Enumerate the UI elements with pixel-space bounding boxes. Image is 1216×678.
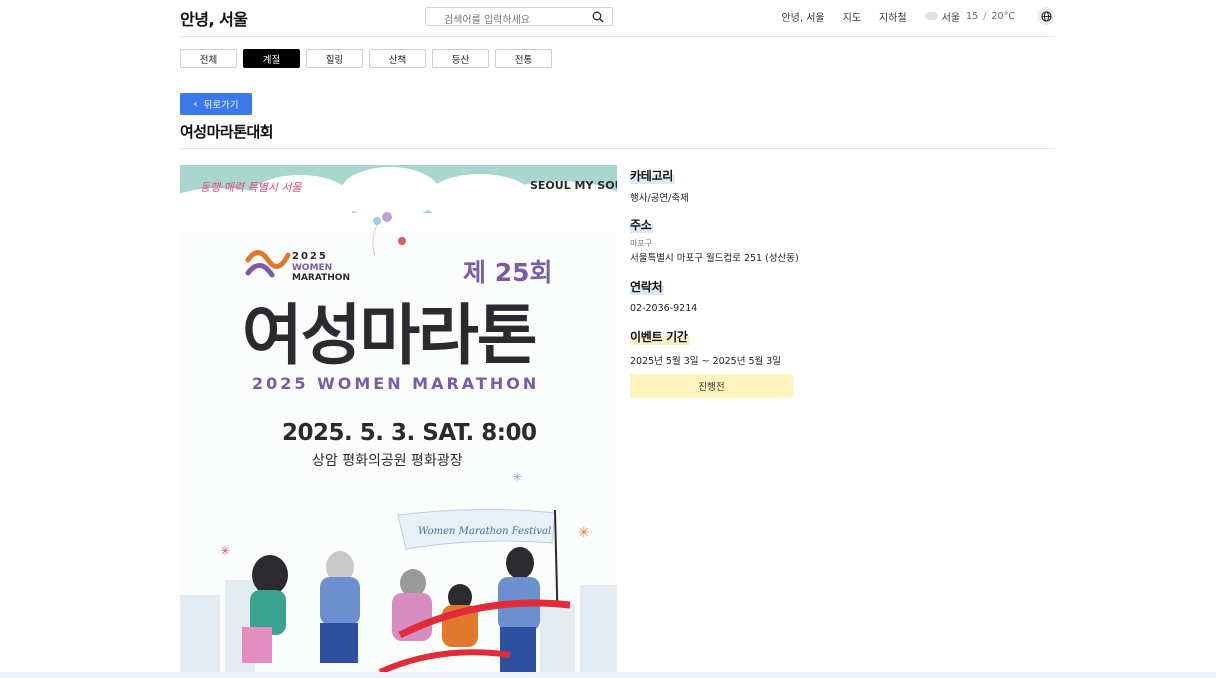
nav-subway[interactable]: 지하철 bbox=[879, 9, 907, 24]
poster-artwork: 동행·매력 특별시 서울 SEOUL MY SOUL 2025 WOMEN MA… bbox=[180, 165, 617, 672]
poster-subtitle: 2025 WOMEN MARATHON bbox=[252, 374, 539, 393]
globe-icon bbox=[1040, 10, 1052, 22]
tab-season[interactable]: 계절 bbox=[243, 49, 300, 68]
site-header: 안녕, 서울 안녕, 서울 지도 지하철 서울 15 / 20°C bbox=[180, 0, 1055, 37]
period-section: 이벤트 기간 2025년 5월 3일 ~ 2025년 5월 3일 진행전 bbox=[630, 326, 830, 398]
contact-section: 연락처 02-2036-9214 bbox=[630, 276, 830, 314]
tab-healing[interactable]: 힐링 bbox=[306, 49, 363, 68]
weather-high: 20°C bbox=[991, 10, 1015, 22]
poster-venue: 상암 평화의공원 평화광장 bbox=[312, 453, 463, 469]
nav-home[interactable]: 안녕, 서울 bbox=[781, 9, 824, 24]
poster-edition: 제 25회 bbox=[463, 258, 553, 287]
title-divider bbox=[180, 148, 1055, 149]
event-poster: 동행·매력 특별시 서울 SEOUL MY SOUL 2025 WOMEN MA… bbox=[180, 165, 617, 672]
tab-tradition[interactable]: 전통 bbox=[495, 49, 552, 68]
search-input[interactable] bbox=[426, 12, 586, 29]
address-heading: 주소 bbox=[630, 216, 654, 233]
content-container: 안녕, 서울 안녕, 서울 지도 지하철 서울 15 / 20°C bbox=[180, 0, 1055, 672]
weather-separator: / bbox=[983, 10, 987, 22]
poster-datetime: 2025. 5. 3. SAT. 8:00 bbox=[282, 420, 536, 446]
event-info: 카테고리 행사/공연/축제 주소 마포구 서울특별시 마포구 월드컵로 251 … bbox=[630, 165, 830, 398]
svg-text:✳: ✳ bbox=[512, 470, 522, 484]
top-nav: 안녕, 서울 지도 지하철 서울 15 / 20°C bbox=[781, 6, 1055, 26]
status-badge: 진행전 bbox=[630, 374, 793, 398]
svg-text:✳: ✳ bbox=[220, 544, 230, 558]
back-button[interactable]: ‹ 뒤로가기 bbox=[180, 93, 252, 115]
poster-logo-year: 2025 bbox=[292, 251, 328, 262]
category-value: 행사/공연/축제 bbox=[630, 193, 689, 204]
address-district: 마포구 bbox=[630, 239, 653, 248]
weather-city: 서울 bbox=[941, 12, 961, 24]
chevron-left-icon: ‹ bbox=[193, 98, 198, 110]
category-section: 카테고리 행사/공연/축제 bbox=[630, 165, 830, 204]
poster-brand: SEOUL MY SOUL bbox=[530, 179, 617, 192]
nav-map[interactable]: 지도 bbox=[843, 9, 861, 24]
category-tabs: 전체 계절 힐링 산책 등산 전통 bbox=[180, 49, 558, 68]
language-button[interactable] bbox=[1037, 7, 1055, 25]
contact-phone: 02-2036-9214 bbox=[630, 303, 698, 314]
poster-headline: 여성마라톤 bbox=[242, 297, 536, 374]
contact-heading: 연락처 bbox=[630, 278, 665, 295]
page: 안녕, 서울 안녕, 서울 지도 지하철 서울 15 / 20°C bbox=[0, 0, 1216, 678]
poster-logo-line2: MARATHON bbox=[292, 273, 350, 283]
back-label: 뒤로가기 bbox=[203, 100, 239, 111]
svg-text:✳: ✳ bbox=[578, 525, 590, 541]
poster-script: 동행·매력 특별시 서울 bbox=[200, 181, 302, 194]
cloud-icon bbox=[924, 12, 938, 20]
site-logo[interactable]: 안녕, 서울 bbox=[180, 6, 248, 30]
poster-logo-line1: WOMEN bbox=[292, 263, 332, 273]
page-title: 여성마라톤대회 bbox=[180, 123, 274, 141]
address-section: 주소 마포구 서울특별시 마포구 월드컵로 251 (성산동) bbox=[630, 214, 830, 264]
tab-hiking[interactable]: 등산 bbox=[432, 49, 489, 68]
search-box[interactable] bbox=[425, 7, 613, 29]
period-heading: 이벤트 기간 bbox=[630, 328, 690, 345]
poster-flag-text: Women Marathon Festival bbox=[418, 526, 551, 537]
category-heading: 카테고리 bbox=[630, 167, 675, 184]
weather-low: 15 bbox=[966, 10, 979, 22]
period-value: 2025년 5월 3일 ~ 2025년 5월 3일 bbox=[630, 356, 782, 367]
address-value: 서울특별시 마포구 월드컵로 251 (성산동) bbox=[630, 253, 799, 264]
search-icon[interactable] bbox=[592, 11, 604, 23]
tab-all[interactable]: 전체 bbox=[180, 49, 237, 68]
bottom-scroll-area bbox=[0, 672, 1216, 678]
weather-widget: 서울 15 / 20°C bbox=[924, 9, 1015, 24]
tab-walk[interactable]: 산책 bbox=[369, 49, 426, 68]
